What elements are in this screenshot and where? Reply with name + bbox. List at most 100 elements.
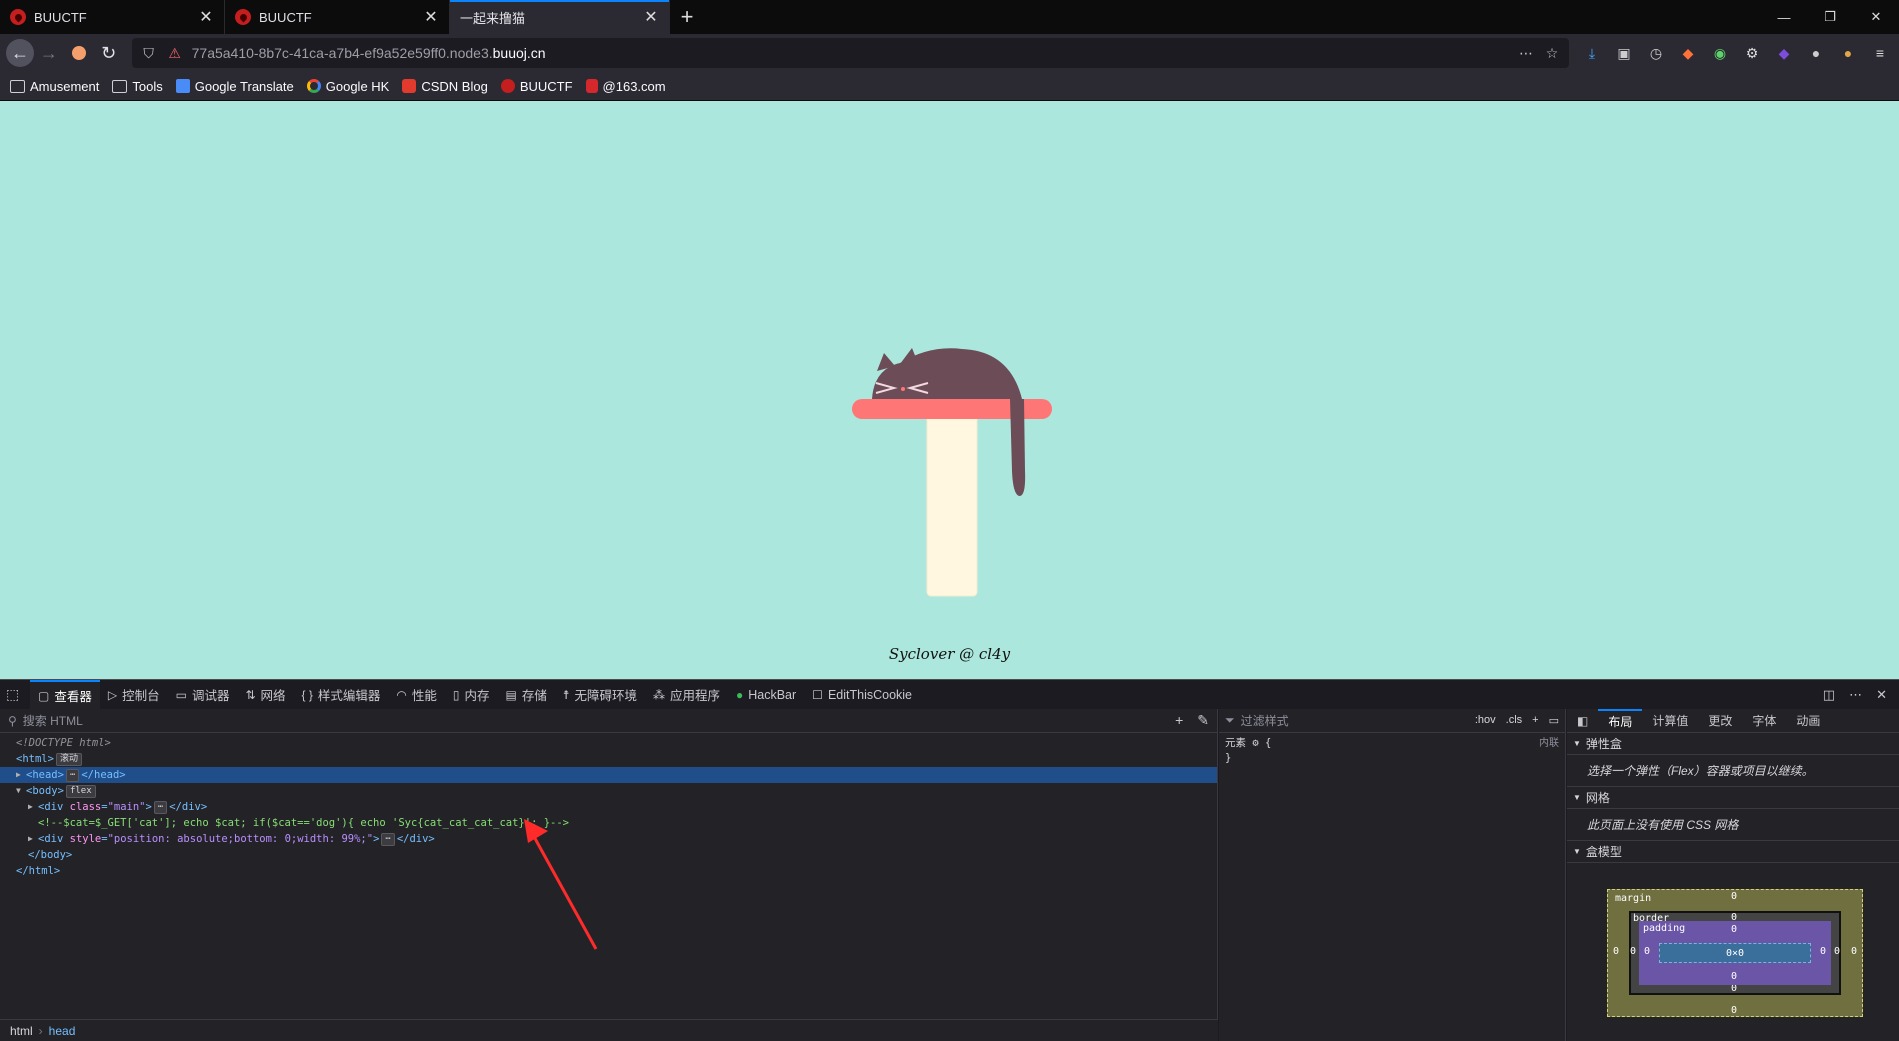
settings-gear-icon[interactable]: ⚙ [1739,40,1765,66]
boxmodel-section-header[interactable]: ▼ 盒模型 [1567,841,1899,863]
collapse-arrow-icon[interactable]: ▼ [16,783,26,799]
box-model-content[interactable]: 0×0 [1659,943,1811,963]
html-node[interactable]: <html> 滚动 [0,751,1217,767]
flexbox-section-header[interactable]: ▼ 弹性盒 [1567,733,1899,755]
history-clock-icon[interactable]: ◷ [1643,40,1669,66]
reload-button[interactable]: ↻ [94,38,124,68]
menu-icon[interactable]: ≡ [1867,40,1893,66]
dock-side-icon[interactable]: ◫ [1823,687,1835,703]
insecure-lock-icon[interactable]: ⚠ [166,45,184,62]
devtools-tab-performance[interactable]: ◠ 性能 [388,680,445,710]
html-search-input[interactable]: 搜索 HTML [23,712,83,729]
toggle-extension-icon[interactable]: ◉ [1707,40,1733,66]
flex-badge[interactable]: flex [65,784,96,798]
scroll-badge[interactable]: 滚动 [55,752,82,766]
collapsed-ellipsis-badge[interactable]: ⋯ [381,832,395,846]
minimize-icon[interactable]: — [1761,0,1807,34]
devtools-tab-accessibility[interactable]: ☨ 无障碍环境 [555,680,645,710]
devtools-tab-hackbar[interactable]: ● HackBar [728,680,804,710]
margin-right-value[interactable]: 0 [1851,946,1857,957]
tab-close-icon[interactable]: ✕ [198,7,214,27]
tab-changes[interactable]: 更改 [1698,709,1742,733]
bookmark-star-icon[interactable]: ☆ [1543,45,1561,62]
border-left-value[interactable]: 0 [1630,946,1636,957]
class-toggle[interactable]: .cls [1506,714,1523,727]
firefox-account-icon[interactable] [64,38,94,68]
element-picker-icon[interactable]: ⬚ [6,686,30,703]
breadcrumb-html[interactable]: html [10,1024,33,1038]
tab-buuctf-1[interactable]: BUUCTF ✕ [0,0,225,34]
fox-extension-icon[interactable]: ◆ [1675,40,1701,66]
bookmark-tools[interactable]: Tools [112,79,163,94]
filter-styles-input[interactable]: 过滤样式 [1241,712,1289,729]
grid-section-header[interactable]: ▼ 网格 [1567,787,1899,809]
div-main-node[interactable]: ▶ <div class = "main" > ⋯ </div> [0,799,1217,815]
breadcrumb-head[interactable]: head [49,1024,76,1038]
border-right-value[interactable]: 0 [1834,946,1840,957]
head-node[interactable]: ▶ <head> ⋯ </head> [0,767,1217,783]
devtools-tab-memory[interactable]: ▯ 内存 [445,680,498,710]
purple-extension-icon[interactable]: ◆ [1771,40,1797,66]
expand-arrow-icon[interactable]: ▶ [28,799,38,815]
devtools-tab-storage[interactable]: ▤ 存储 [498,680,555,710]
devtools-tab-inspector[interactable]: ▢ 查看器 [30,679,100,710]
margin-top-value[interactable]: 0 [1731,891,1737,902]
tab-cat-page[interactable]: 一起来撸猫 ✕ [450,0,670,34]
devtools-tab-application[interactable]: ⁂ 应用程序 [645,680,728,710]
expand-arrow-icon[interactable]: ▶ [16,767,26,783]
padding-left-value[interactable]: 0 [1644,946,1650,957]
print-media-icon[interactable]: ▭ [1549,714,1559,727]
restore-icon[interactable]: ❐ [1807,0,1853,34]
devtools-tab-console[interactable]: ▷ 控制台 [100,680,168,710]
new-tab-button[interactable]: + [670,0,704,34]
bookmark-google-translate[interactable]: Google Translate [175,79,294,94]
tab-close-icon[interactable]: ✕ [643,7,659,27]
url-text[interactable]: 77a5a410-8b7c-41ca-a7b4-ef9a52e59ff0.nod… [192,45,1509,61]
add-rule-icon[interactable]: + [1532,714,1538,727]
tab-computed[interactable]: 计算值 [1642,709,1698,733]
download-icon[interactable]: ⤓ [1579,40,1605,66]
gear-icon[interactable]: ⚙ [1252,737,1258,749]
back-button[interactable]: ← [6,39,34,67]
globe-extension-icon[interactable]: ● [1803,40,1829,66]
collapsed-ellipsis-badge[interactable]: ⋯ [153,800,168,814]
tab-animations[interactable]: 动画 [1786,709,1830,733]
padding-bottom-value[interactable]: 0 [1731,971,1737,982]
bookmark-163-mail[interactable]: @163.com [585,79,666,94]
bookmark-amusement[interactable]: Amusement [10,79,99,94]
box-model-padding[interactable]: padding 0 0 0 0 0×0 [1639,921,1831,985]
forward-button[interactable]: → [34,38,64,68]
tab-close-icon[interactable]: ✕ [423,7,439,27]
devtools-close-icon[interactable]: ✕ [1876,687,1887,703]
cookie-icon[interactable]: ● [1835,40,1861,66]
devtools-tab-editthiscookie[interactable]: ☐ EditThisCookie [804,680,920,710]
add-node-icon[interactable]: + [1175,712,1183,729]
close-window-icon[interactable]: ✕ [1853,0,1899,34]
eyedropper-icon[interactable]: ✎ [1197,712,1209,729]
bookmark-google-hk[interactable]: Google HK [306,79,389,94]
screenshot-icon[interactable]: ▣ [1611,40,1637,66]
tab-fonts[interactable]: 字体 [1742,709,1786,733]
html-search-bar[interactable]: ⚲ 搜索 HTML + ✎ [0,709,1217,733]
page-actions-icon[interactable]: ⋯ [1517,45,1535,62]
bookmark-buuctf[interactable]: BUUCTF [500,79,573,94]
url-bar[interactable]: ⛉ ⚠ 77a5a410-8b7c-41ca-a7b4-ef9a52e59ff0… [131,38,1569,68]
devtools-tab-network[interactable]: ⇅ 网络 [237,680,293,710]
padding-right-value[interactable]: 0 [1820,946,1826,957]
doctype-node[interactable]: <!DOCTYPE html> [0,735,1217,751]
margin-bottom-value[interactable]: 0 [1731,1005,1737,1016]
shield-icon[interactable]: ⛉ [140,45,158,62]
body-node[interactable]: ▼ <body> flex [0,783,1217,799]
devtools-tab-style-editor[interactable]: { } 样式编辑器 [294,680,389,710]
devtools-tab-debugger[interactable]: ▭ 调试器 [168,680,238,710]
devtools-menu-icon[interactable]: ⋯ [1849,687,1862,703]
collapsed-ellipsis-badge[interactable]: ⋯ [65,768,80,782]
tab-buuctf-2[interactable]: BUUCTF ✕ [225,0,450,34]
expand-arrow-icon[interactable]: ▶ [28,831,38,847]
hover-state-toggle[interactable]: :hov [1475,714,1496,727]
bookmark-csdn-blog[interactable]: CSDN Blog [402,79,488,94]
tab-layout[interactable]: 布局 [1598,708,1643,733]
padding-top-value[interactable]: 0 [1731,924,1737,935]
sidebar-toggle-icon[interactable]: ◧ [1567,709,1598,733]
margin-left-value[interactable]: 0 [1613,946,1619,957]
